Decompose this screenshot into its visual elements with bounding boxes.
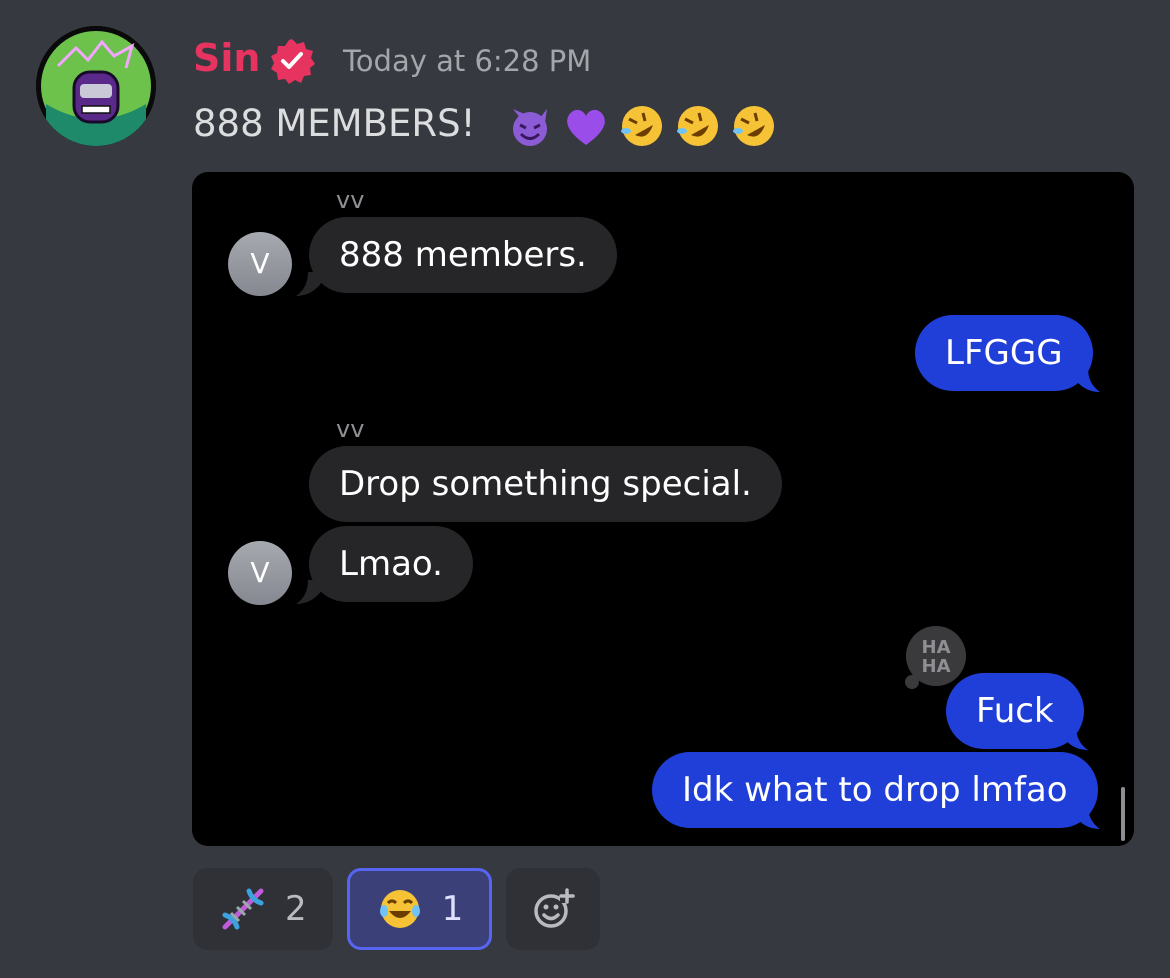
- add-reaction-button[interactable]: [506, 868, 601, 950]
- incoming-message: Lmao.: [309, 526, 473, 602]
- sender-name: vv: [336, 415, 365, 443]
- add-reaction-icon: [534, 888, 576, 928]
- incoming-message: Drop something special.: [309, 446, 782, 522]
- joy-icon: [379, 890, 420, 928]
- contact-avatar: V: [228, 232, 292, 296]
- scrollbar: [1121, 787, 1125, 841]
- dna-icon: [222, 888, 264, 930]
- rofl-icon: [621, 106, 662, 146]
- message-text: 888 MEMBERS!: [193, 102, 476, 145]
- rofl-icon: [677, 106, 718, 146]
- verified-badge-icon: [268, 37, 316, 85]
- smiling-imp-icon: [513, 109, 547, 146]
- purple-heart-icon: [567, 109, 605, 145]
- message-emojis: [505, 101, 779, 151]
- image-attachment[interactable]: vv V 888 members. LFGGG vv Drop somethin…: [192, 172, 1134, 846]
- outgoing-message: LFGGG: [915, 315, 1093, 391]
- reaction-count: 1: [441, 889, 464, 929]
- reaction-count: 2: [285, 889, 307, 929]
- author-avatar[interactable]: [36, 26, 156, 146]
- reaction-joy[interactable]: 1: [346, 868, 493, 950]
- outgoing-message: Idk what to drop lmfao: [652, 752, 1098, 828]
- author-name[interactable]: Sin: [193, 36, 260, 80]
- incoming-message: 888 members.: [309, 217, 617, 293]
- message-timestamp: Today at 6:28 PM: [343, 44, 592, 78]
- tapback-label: HA: [921, 656, 951, 677]
- reactions-bar: 2 1: [193, 868, 601, 950]
- reaction-dna[interactable]: 2: [193, 868, 333, 950]
- contact-avatar: V: [228, 541, 292, 605]
- sender-name: vv: [336, 186, 365, 214]
- tapback-label: HA: [921, 637, 951, 658]
- outgoing-message: Fuck: [946, 673, 1084, 749]
- rofl-icon: [733, 106, 774, 146]
